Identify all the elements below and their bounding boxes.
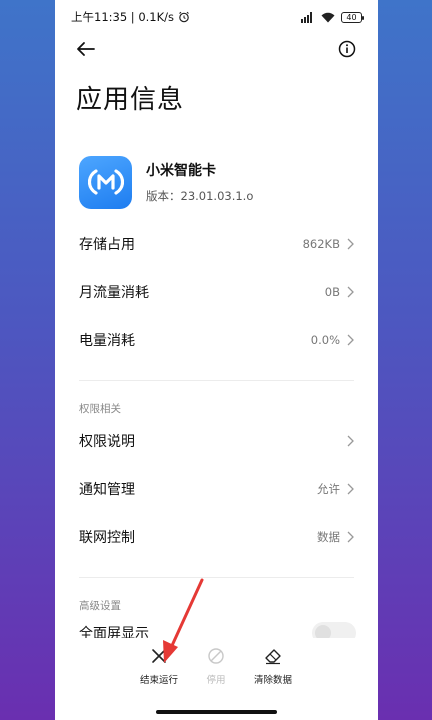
back-arrow-icon[interactable] (75, 38, 97, 60)
chevron-right-icon (346, 286, 354, 298)
row-value: 0B (324, 285, 340, 299)
home-indicator[interactable] (156, 710, 277, 714)
chevron-right-icon (346, 334, 354, 346)
info-icon[interactable] (336, 38, 358, 60)
status-bar: 上午11:35 | 0.1K/s 40 (55, 0, 378, 34)
row-value: 数据 (317, 530, 340, 544)
chevron-right-icon (346, 238, 354, 250)
row-value: 862KB (302, 237, 340, 251)
battery-usage-row[interactable]: 电量消耗 0.0% (55, 316, 378, 364)
app-info-screen: 上午11:35 | 0.1K/s 40 应用信息 小米智能卡 版本：23.01.… (55, 0, 378, 720)
disable-app-label: 停用 (206, 675, 226, 686)
clear-data-button[interactable]: 清除数据 (241, 646, 305, 686)
row-label: 存储占用 (79, 237, 135, 253)
row-label: 通知管理 (79, 482, 135, 498)
permissions-list: 权限说明 通知管理 允许 联网控制 数据 (55, 417, 378, 561)
page-title: 应用信息 (76, 85, 185, 115)
clear-data-label: 清除数据 (253, 675, 292, 686)
stop-app-label: 结束运行 (139, 675, 178, 686)
app-version: 版本：23.01.03.1.o (146, 189, 254, 203)
data-usage-row[interactable]: 月流量消耗 0B (55, 268, 378, 316)
chevron-right-icon (346, 483, 354, 495)
section-title-permissions: 权限相关 (79, 403, 121, 415)
wifi-icon (321, 12, 335, 23)
stop-app-button[interactable]: 结束运行 (127, 646, 191, 686)
row-label: 电量消耗 (79, 333, 135, 349)
status-time: 上午11:35 | 0.1K/s (71, 10, 175, 24)
usage-list: 存储占用 862KB 月流量消耗 0B 电量消耗 0.0% (55, 220, 378, 364)
battery-indicator: 40 (341, 11, 364, 23)
app-header: 小米智能卡 版本：23.01.03.1.o (55, 154, 378, 210)
permission-details-row[interactable]: 权限说明 (55, 417, 378, 465)
section-title-advanced: 高级设置 (79, 600, 121, 612)
storage-row[interactable]: 存储占用 862KB (55, 220, 378, 268)
divider (79, 380, 354, 381)
disable-app-button[interactable]: 停用 (184, 646, 248, 686)
alarm-clock-icon (178, 11, 190, 23)
divider (79, 577, 354, 578)
signal-icon (301, 11, 315, 23)
close-icon (149, 646, 169, 666)
app-name: 小米智能卡 (146, 163, 216, 179)
row-value: 允许 (317, 482, 340, 496)
chevron-right-icon (346, 435, 354, 447)
bottom-action-bar: 结束运行 停用 清除数据 (55, 638, 378, 720)
xiaomi-smart-card-icon (79, 155, 132, 209)
row-label: 联网控制 (79, 530, 135, 546)
notification-management-row[interactable]: 通知管理 允许 (55, 465, 378, 513)
row-value: 0.0% (310, 333, 340, 347)
disable-icon (206, 646, 226, 666)
network-control-row[interactable]: 联网控制 数据 (55, 513, 378, 561)
eraser-icon (263, 646, 283, 666)
row-label: 月流量消耗 (79, 285, 149, 301)
row-label: 权限说明 (79, 434, 135, 450)
chevron-right-icon (346, 531, 354, 543)
